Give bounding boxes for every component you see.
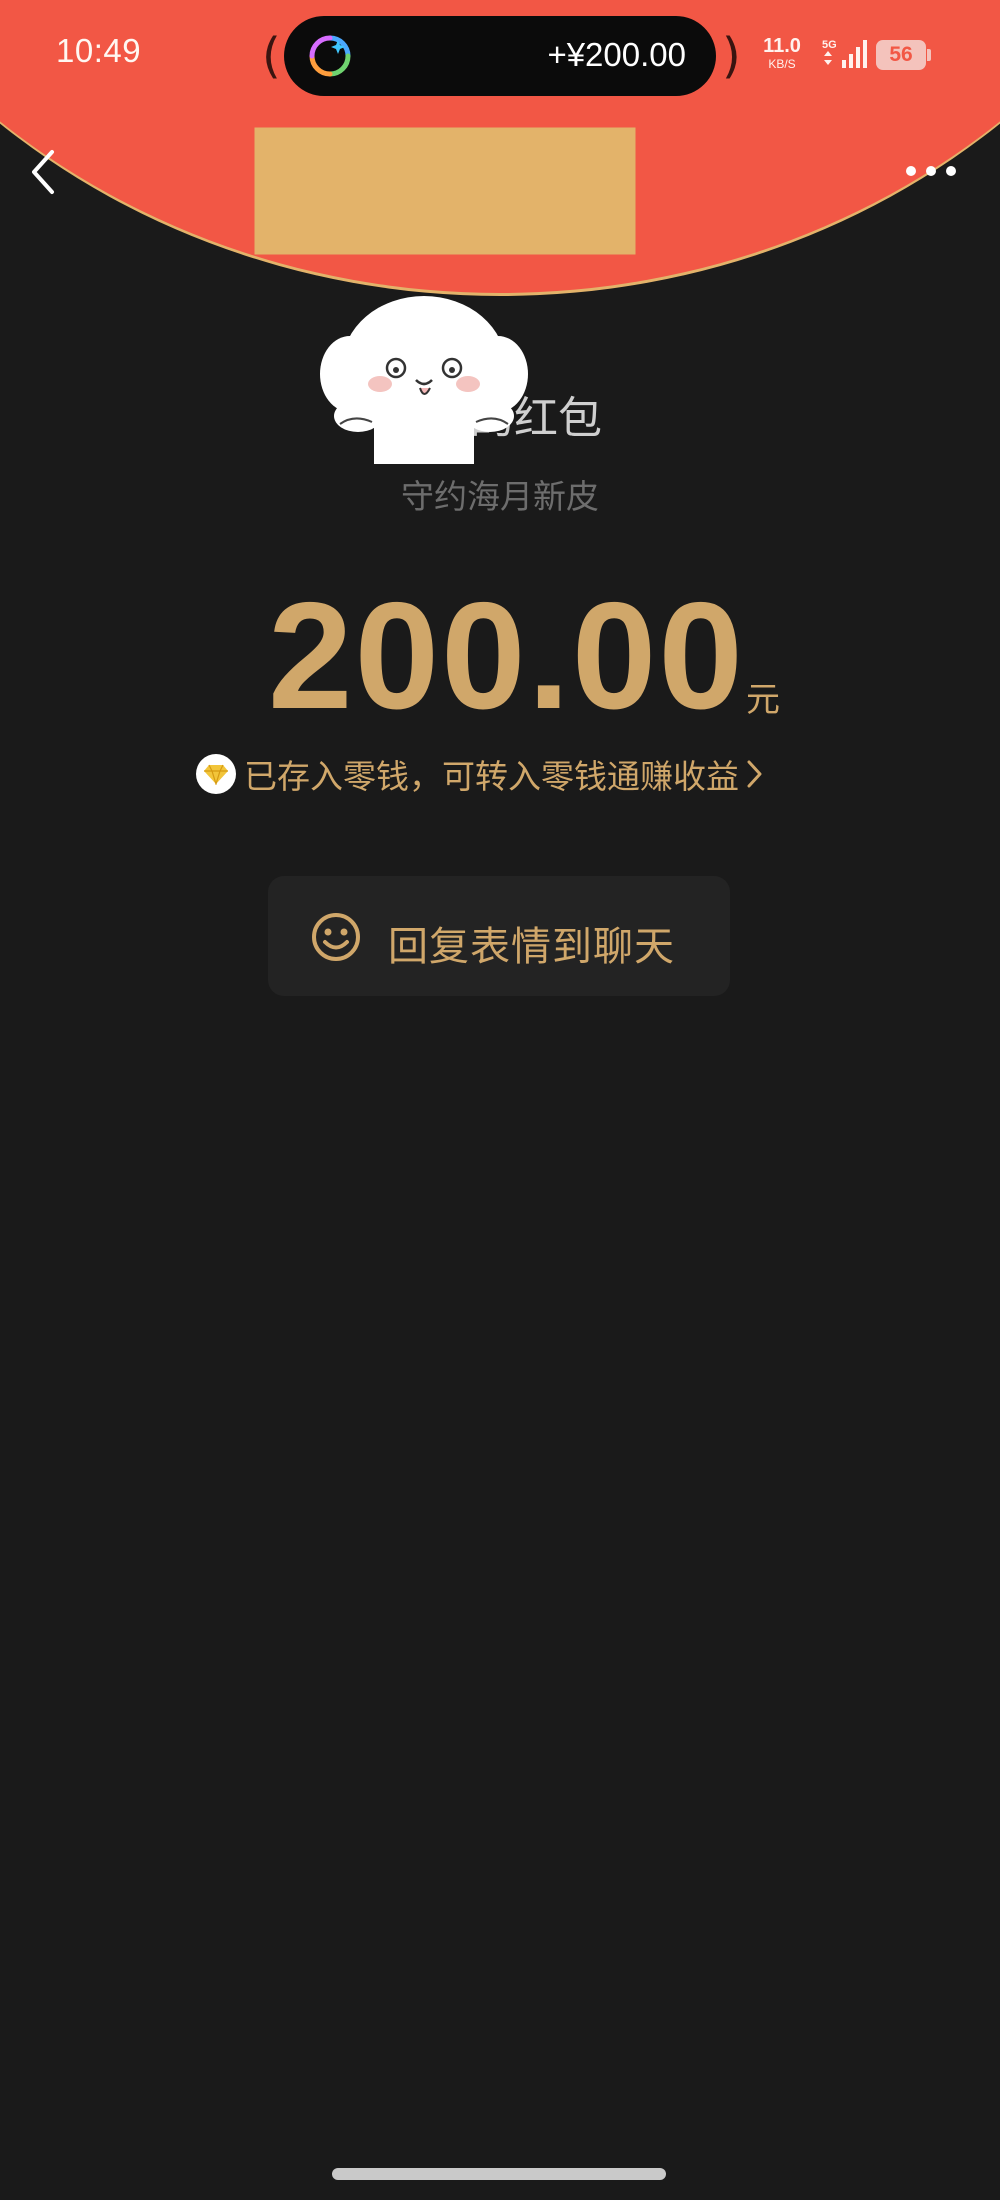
island-bracket-right: ) bbox=[722, 28, 741, 84]
home-indicator[interactable] bbox=[332, 2168, 666, 2180]
payment-app-icon bbox=[309, 35, 351, 77]
network-speed-value: 11.0 bbox=[763, 35, 801, 57]
currency-unit: 元 bbox=[746, 680, 780, 720]
network-type-label: 5G bbox=[822, 39, 837, 51]
reply-sticker-button[interactable]: 回复表情到聊天 bbox=[268, 876, 730, 996]
red-packet-amount: 200.00 bbox=[268, 571, 745, 741]
more-button[interactable] bbox=[904, 156, 958, 186]
red-packet-detail-screen: 10:49 ( +¥200.00 ) 11.0 KB/S 5G 56 的红包 守… bbox=[0, 0, 1000, 2200]
chevron-right-icon bbox=[747, 760, 762, 788]
diamond-icon bbox=[196, 754, 236, 794]
puppy-sticker bbox=[320, 296, 528, 464]
sender-subtitle: 守约海月新皮 bbox=[401, 477, 599, 516]
battery-icon: 56 bbox=[876, 40, 926, 70]
smile-icon bbox=[312, 913, 360, 961]
network-speed-unit: KB/S bbox=[768, 57, 796, 71]
status-bar: 10:49 ( +¥200.00 ) 11.0 KB/S 5G 56 bbox=[0, 0, 1000, 110]
back-button[interactable] bbox=[24, 146, 64, 198]
signal-icon: 5G bbox=[822, 39, 867, 68]
network-speed: 11.0 KB/S bbox=[760, 36, 804, 70]
wallet-note-text: 已存入零钱，可转入零钱通赚收益 bbox=[244, 757, 739, 796]
status-time: 10:49 bbox=[56, 32, 142, 69]
island-bracket-left: ( bbox=[262, 28, 281, 84]
reply-button-label: 回复表情到聊天 bbox=[388, 924, 675, 970]
battery-tip bbox=[927, 49, 931, 61]
island-amount: +¥200.00 bbox=[547, 36, 686, 73]
wallet-balance-link[interactable]: 已存入零钱，可转入零钱通赚收益 bbox=[196, 752, 765, 796]
dynamic-island[interactable]: +¥200.00 bbox=[284, 16, 716, 96]
